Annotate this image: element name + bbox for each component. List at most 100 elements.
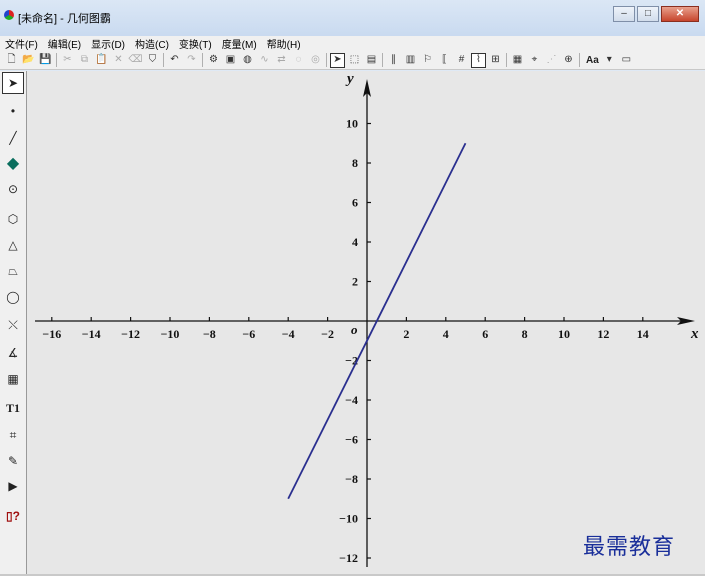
play-tool-icon[interactable]: ▶ [2,475,24,497]
label-icon[interactable]: ⚐ [420,53,435,68]
undo-icon[interactable]: ↶ [167,53,182,68]
prism-tool-icon[interactable]: ⏢ [2,260,24,282]
image-settings-icon[interactable]: ▣ [223,53,238,68]
calculator-tool-icon[interactable]: ▦ [2,368,24,390]
y-tick-label: 10 [346,117,358,131]
font-button[interactable]: Aa [586,55,599,66]
minimize-button[interactable]: – [613,6,635,22]
coordinate-icon[interactable]: ⌖ [527,53,542,68]
menu-transform[interactable]: 变换(T) [174,36,217,51]
x-tick-label: −6 [242,327,255,341]
y-tick-label: −4 [345,393,358,407]
y-tick-label: 4 [352,235,358,249]
window-icon[interactable]: ▭ [619,53,634,68]
locus-icon[interactable]: ⊕ [561,53,576,68]
point-tool-icon[interactable]: • [2,100,24,122]
menu-display[interactable]: 显示(D) [86,36,130,51]
x-tick-label: −12 [121,327,140,341]
menu-file[interactable]: 文件(F) [0,36,43,51]
y-tick-label: −8 [345,472,358,486]
x-tick-label: 14 [637,327,649,341]
toolbar-separator [202,53,203,67]
x-tick-label: −2 [321,327,334,341]
toolbar: 🗋 📂 💾 ✂ ⧉ 📋 ✕ ⌫ ⛉ ↶ ↷ ⚙ ▣ ◍ ∿ ⇄ ◌ ◎ ➤ ⬚ ▤ ∥ ▥ ⚐ ⟦ # ⌇ ⊞ ▦ ⌖ ⋰ ⊕ Aa ▾ ▭ [0,51,705,70]
maximize-button[interactable]: □ [637,6,659,22]
x-tick-label: −16 [42,327,61,341]
select-all-icon[interactable]: ▤ [364,53,379,68]
window-controls: – □ ✕ [611,6,699,22]
dropdown-arrow-icon[interactable]: ▾ [602,53,617,68]
x-tick-label: −4 [282,327,295,341]
watermark-text: 最需教育 [583,535,676,560]
help-tool-icon[interactable]: ▯? [2,505,24,527]
angle-tool-icon[interactable]: ∡ [2,342,24,364]
pencil-tool-icon[interactable]: ✎ [2,450,24,472]
show-icon[interactable]: ◎ [308,53,323,68]
y-tick-label: 8 [352,156,358,170]
transform-tool-icon[interactable]: ⤬ [2,314,24,336]
hide-icon[interactable]: ◌ [291,53,306,68]
calculator-icon[interactable]: ▦ [510,53,525,68]
menu-measure[interactable]: 度量(M) [217,36,262,51]
toolbar-separator [163,53,164,67]
window-title: [未命名] - 几何图霸 [18,13,111,25]
x-tick-label: −10 [161,327,180,341]
x-tick-label: 2 [403,327,409,341]
tool-palette: ➤ • ╱ ◆ ⊙ ⬡ △ ⏢ ◯ ⤬ ∡ ▦ T1 ⌗ ✎ ▶ ▯? [0,71,27,574]
open-file-icon[interactable]: 📂 [21,53,36,68]
measure-tool-icon[interactable]: ⌗ [2,424,24,446]
toolbar-separator [326,53,327,67]
eraser-icon[interactable]: ⌫ [128,53,143,68]
y-tick-label: 6 [352,196,358,210]
animate-icon[interactable]: ◍ [240,53,255,68]
toolbar-separator [56,53,57,67]
polygon-tool-icon[interactable]: ◆ [2,153,24,175]
paste-icon[interactable]: 📋 [94,53,109,68]
sphere-tool-icon[interactable]: ◯ [2,286,24,308]
x-tick-label: 12 [597,327,609,341]
menu-help[interactable]: 帮助(H) [262,36,306,51]
x-tick-label: 8 [522,327,528,341]
drawing-canvas[interactable]: −16 −14 −12 −10 −8 −6 −4 −2 2 4 6 8 10 12 14 10 8 6 4 2 −2 −4… [27,71,705,574]
cut-icon[interactable]: ✂ [60,53,75,68]
delete-icon[interactable]: ✕ [111,53,126,68]
y-tick-label: 2 [352,275,358,289]
function-graph-icon[interactable]: ⌇ [471,52,486,68]
menu-edit[interactable]: 编辑(E) [43,36,86,51]
page-icon[interactable]: ▥ [403,53,418,68]
grid-icon[interactable]: ⊞ [488,53,503,68]
select-arrow-icon[interactable]: ➤ [330,52,345,68]
shield-icon[interactable]: ⛉ [145,53,160,68]
text-tool-icon[interactable]: T1 [2,397,24,419]
menu-construct[interactable]: 构造(C) [130,36,174,51]
new-file-icon[interactable]: 🗋 [4,53,19,68]
origin-label: o [351,322,358,337]
parallel-lines-icon[interactable]: ∥ [386,53,401,68]
y-axis-label: y [345,71,354,87]
x-tick-label: 10 [558,327,570,341]
select-tool-icon[interactable]: ➤ [2,72,24,94]
circle-tool-icon[interactable]: ⊙ [2,178,24,200]
maximize-icon: □ [644,8,652,19]
line-tool-icon[interactable]: ╱ [2,127,24,149]
movement-icon[interactable]: ⇄ [274,53,289,68]
number-icon[interactable]: # [454,53,469,68]
y-tick-label: −2 [345,354,358,368]
menu-bar: 文件(F) 编辑(E) 显示(D) 构造(C) 变换(T) 度量(M) 帮助(H… [0,36,705,51]
x-tick-label: −8 [203,327,216,341]
toolbar-separator [506,53,507,67]
toolbar-separator [579,53,580,67]
dotted-line-icon[interactable]: ⋰ [544,53,559,68]
trace-icon[interactable]: ∿ [257,53,272,68]
gear-icon[interactable]: ⚙ [206,53,221,68]
copy-icon[interactable]: ⧉ [77,53,92,68]
pyramid-tool-icon[interactable]: △ [2,234,24,256]
redo-icon[interactable]: ↷ [184,53,199,68]
cube-tool-icon[interactable]: ⬡ [2,208,24,230]
x-tick-label: 6 [482,327,488,341]
bracket-icon[interactable]: ⟦ [437,53,452,68]
close-button[interactable]: ✕ [661,6,699,22]
title-bar: [未命名] - 几何图霸 – □ ✕ [0,0,705,36]
save-icon[interactable]: 💾 [38,53,53,68]
select-region-icon[interactable]: ⬚ [347,53,362,68]
